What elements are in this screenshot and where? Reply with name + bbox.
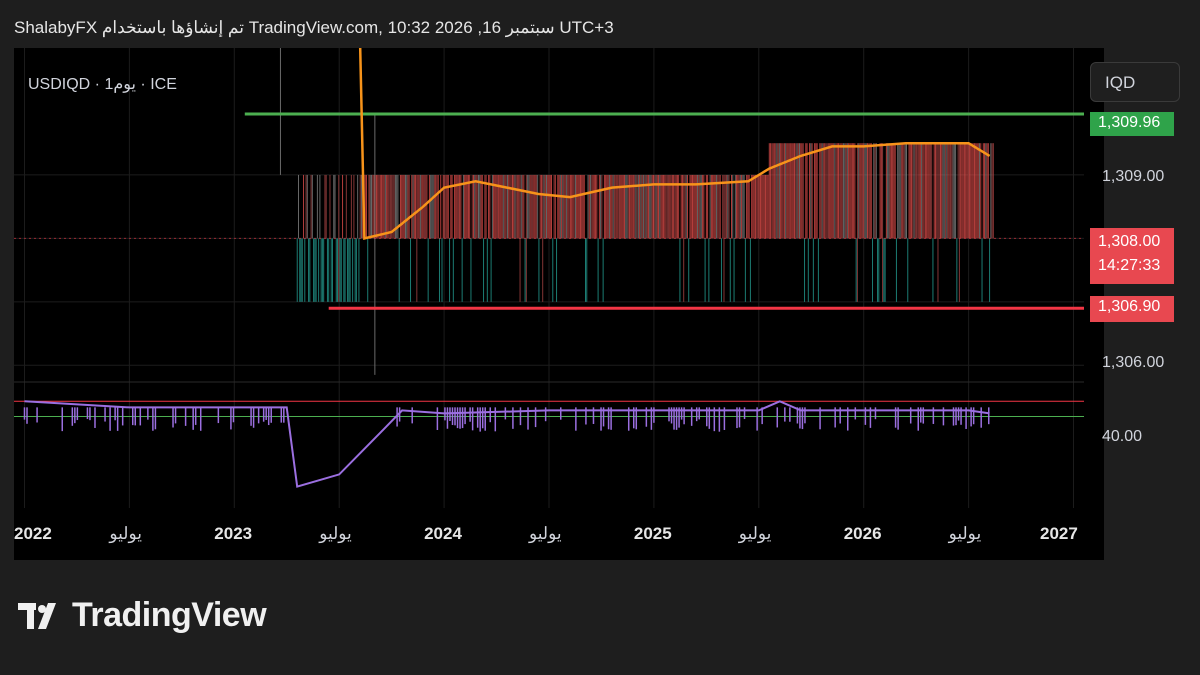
x-axis-tick-label: يوليو (109, 524, 142, 543)
x-axis-tick-label: 2024 (424, 524, 462, 543)
symbol-label: USDIQD · 1يوم · ICE (28, 76, 177, 93)
oscillator-line (24, 400, 990, 488)
support-price-tag: 1,306.90 (1090, 296, 1174, 322)
tradingview-logo[interactable]: TradingView (18, 596, 267, 635)
last-price-value: 1,308.00 (1098, 233, 1161, 250)
y-axis-label: 1,306.00 (1102, 354, 1165, 371)
chart-plot[interactable] (14, 48, 1104, 560)
x-axis-tick-label: يوليو (948, 524, 982, 543)
currency-badge[interactable]: IQD (1090, 62, 1180, 102)
grid-lines (14, 48, 1084, 508)
oscillator-layer (23, 400, 990, 488)
x-axis-tick-label: يوليو (738, 524, 772, 543)
last-price-tag: 1,308.00 14:27:33 (1090, 228, 1174, 284)
resistance-price-tag: 1,309.96 (1090, 112, 1174, 136)
x-axis-tick-label: 2023 (214, 524, 253, 543)
tradingview-logo-icon (18, 602, 56, 629)
x-axis-tick-label: 2026 (843, 524, 882, 543)
chart-header: ShalabyFX تم إنشاؤها باستخدام TradingVie… (14, 18, 614, 37)
x-axis-tick-label: يوليو (529, 524, 562, 543)
candle-bars (279, 48, 994, 375)
bar-countdown: 14:27:33 (1098, 257, 1161, 274)
x-axis-tick-label: 2022 (14, 524, 52, 543)
tradingview-brand: TradingView (72, 596, 267, 634)
y-axis-label: 1,309.00 (1102, 168, 1165, 185)
oscillator-axis-label: 40.00 (1102, 428, 1143, 445)
x-axis-tick-label: 2025 (633, 524, 672, 543)
x-axis-tick-label: يوليو (319, 524, 352, 543)
x-axis-tick-label: 2027 (1040, 524, 1078, 543)
chart-frame[interactable]: USDIQD · 1يوم · ICE (14, 48, 1104, 560)
